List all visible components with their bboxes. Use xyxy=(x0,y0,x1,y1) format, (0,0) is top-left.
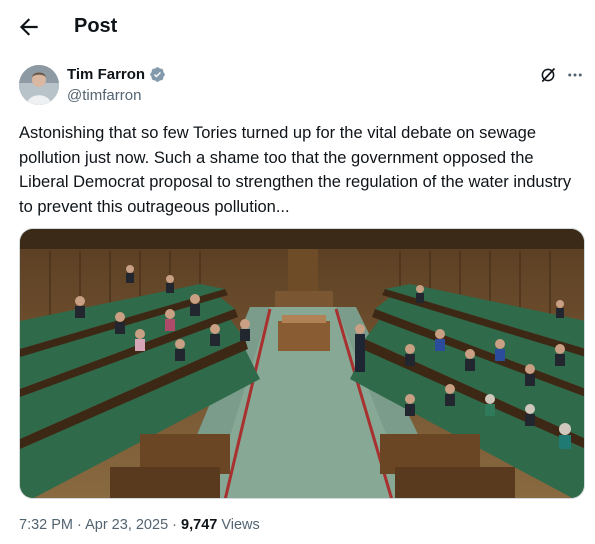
arrow-left-icon[interactable] xyxy=(16,14,42,40)
meta-separator: · xyxy=(168,517,182,533)
page-title: Post xyxy=(74,15,118,37)
verified-badge-icon xyxy=(150,67,165,82)
tweet-text: Astonishing that so few Tories turned up… xyxy=(19,124,572,216)
views-label: Views xyxy=(217,517,260,533)
post-date[interactable]: Apr 23, 2025 xyxy=(85,517,168,533)
author-name[interactable]: Tim Farron xyxy=(67,66,145,83)
post-time[interactable]: 7:32 PM xyxy=(19,517,73,533)
meta-separator: · xyxy=(73,517,86,533)
views-count: 9,747 xyxy=(181,517,218,533)
avatar[interactable] xyxy=(19,65,59,105)
author-handle[interactable]: @timfarron xyxy=(67,87,141,104)
top-bar: Post xyxy=(0,0,595,53)
post-meta: 7:32 PM · Apr 23, 2025 · 9,747 Views xyxy=(19,517,260,533)
author-name-row[interactable]: Tim Farron xyxy=(67,66,166,83)
photo-commons-chamber[interactable] xyxy=(19,228,585,499)
grok-icon[interactable] xyxy=(539,66,557,84)
more-dots-icon[interactable] xyxy=(566,66,584,84)
